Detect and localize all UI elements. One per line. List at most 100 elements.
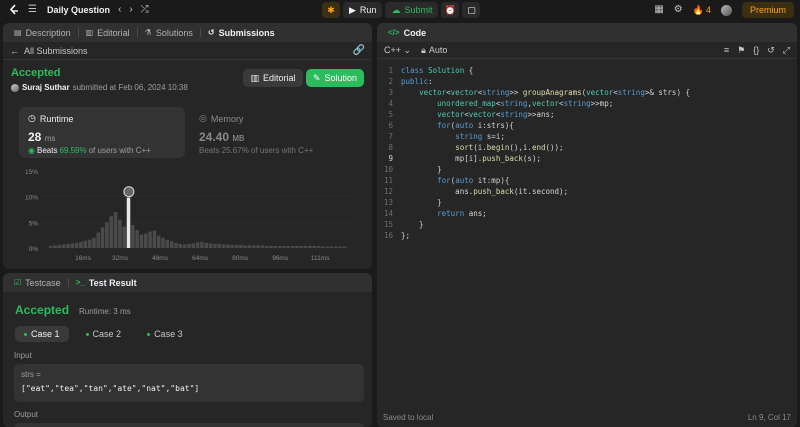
line-number: 1: [388, 66, 393, 75]
notes-button[interactable]: ▢: [462, 2, 481, 18]
code-line[interactable]: 5 vector<vector<string>>ans;: [377, 109, 797, 120]
memory-value: 24.40 MB: [199, 130, 245, 144]
bug-icon: ✱: [327, 4, 335, 15]
shuffle-icon[interactable]: ⤮: [141, 5, 149, 15]
code-line[interactable]: 7 string s=i;: [377, 131, 797, 142]
line-text: for(auto it:mp){: [437, 176, 510, 185]
layout-grid-icon[interactable]: ▦: [654, 5, 663, 15]
run-button[interactable]: ▶ Run: [343, 2, 383, 18]
tab-code[interactable]: </> Code: [385, 28, 429, 38]
debug-button[interactable]: ✱: [322, 2, 340, 18]
code-line[interactable]: 10 }: [377, 164, 797, 175]
chart-bar: [161, 237, 165, 248]
language-select[interactable]: C++ ⌄: [384, 45, 411, 56]
fullscreen-icon[interactable]: ⤢: [783, 45, 790, 56]
description-icon: ▤: [14, 28, 22, 37]
chart-bar: [208, 243, 213, 248]
code-area[interactable]: 1 class Solution {2 public: 3 vector<vector…: [377, 65, 797, 241]
reset-icon[interactable]: ↺: [767, 45, 775, 56]
line-number: 5: [388, 110, 393, 119]
tab-test-result[interactable]: >_ Test Result: [73, 278, 140, 288]
post-solution-button[interactable]: ✎ Solution: [306, 69, 364, 87]
all-submissions-link[interactable]: ← All Submissions: [10, 46, 88, 56]
chart-bar: [221, 244, 226, 248]
premium-button[interactable]: Premium: [741, 2, 794, 18]
line-text: public:: [401, 77, 433, 86]
code-line[interactable]: 1 class Solution {: [377, 65, 797, 76]
output-value-box[interactable]: [14, 423, 364, 427]
share-link-icon[interactable]: 🔗: [353, 45, 365, 56]
case-tab-3[interactable]: Case 3: [138, 326, 192, 342]
tab-submissions[interactable]: ↺ Submissions: [205, 28, 278, 38]
arrow-left-icon: ←: [10, 45, 19, 56]
code-line[interactable]: 6 for(auto i:strs){: [377, 120, 797, 131]
chart-bar: [83, 240, 88, 248]
tab-description[interactable]: ▤ Description: [11, 28, 74, 38]
x-tick-label: 64ms: [192, 255, 209, 262]
streak-counter[interactable]: 🔥 4: [693, 5, 711, 16]
settings-gear-icon[interactable]: ⚙: [674, 5, 683, 15]
chart-bar: [295, 245, 299, 248]
author-name[interactable]: Suraj Suthar: [22, 83, 70, 92]
chart-bar: [251, 245, 256, 248]
auto-mode-toggle[interactable]: 🔒︎ Auto: [421, 45, 447, 56]
code-line[interactable]: 11 for(auto it:mp){: [377, 175, 797, 186]
case-tabs: Case 1 Case 2 Case 3: [15, 326, 192, 342]
chart-bar: [79, 241, 83, 248]
line-text: ans.push_back(it.second);: [401, 187, 569, 196]
cloud-upload-icon: ☁: [391, 4, 401, 15]
chart-bar: [182, 244, 187, 248]
history-icon: ↺: [207, 28, 215, 37]
y-tick-label: 0%: [29, 246, 39, 253]
author-avatar[interactable]: [11, 83, 19, 92]
line-number: 11: [383, 176, 393, 185]
chart-bar: [312, 245, 316, 248]
pass-dot-icon: [85, 332, 89, 336]
code-line[interactable]: 9 mp[i].push_back(s);: [377, 153, 797, 164]
y-tick-label: 10%: [25, 195, 38, 202]
next-problem-icon[interactable]: ›: [129, 5, 132, 15]
input-value-box[interactable]: strs = ["eat","tea","tan","ate","nat","b…: [14, 364, 364, 402]
user-avatar[interactable]: [720, 4, 732, 16]
chart-bar: [131, 224, 135, 248]
format-lines-icon[interactable]: ≡: [724, 45, 729, 56]
tab-editorial[interactable]: ▥ Editorial: [83, 28, 133, 38]
chart-bar: [109, 216, 113, 248]
problem-list-title[interactable]: Daily Question: [47, 5, 110, 15]
leetcode-logo-icon[interactable]: [8, 4, 20, 16]
tab-testcase[interactable]: ☑ Testcase: [11, 278, 64, 288]
memory-card[interactable]: ◎ Memory 24.40 MB Beats 25.67% of users w…: [199, 107, 359, 158]
timer-button[interactable]: ⏰: [441, 2, 460, 18]
bookmark-icon[interactable]: ⚑: [737, 45, 745, 56]
prev-problem-icon[interactable]: ‹: [118, 5, 121, 15]
tab-solutions[interactable]: ⚗ Solutions: [142, 28, 196, 38]
chart-bar: [118, 219, 122, 248]
line-number: 6: [388, 121, 393, 130]
code-line[interactable]: 4 unordered_map<string,vector<string>>mp…: [377, 98, 797, 109]
code-line[interactable]: 15 }: [377, 219, 797, 230]
editorial-button[interactable]: ▥ Editorial: [243, 69, 303, 87]
line-text: for(auto i:strs){: [437, 121, 514, 130]
problem-list-icon[interactable]: ☰: [28, 5, 37, 15]
runtime-beats: ◉ Beats 69.59% of users with C++: [28, 146, 151, 155]
code-line[interactable]: 3 vector<vector<string>> groupAnagrams(v…: [377, 87, 797, 98]
runtime-card[interactable]: ◷ Runtime 28 ms ◉ Beats 69.59% of users wi…: [19, 107, 185, 158]
code-line[interactable]: 16};: [377, 230, 797, 241]
code-line[interactable]: 12 ans.push_back(it.second);: [377, 186, 797, 197]
case-tab-1[interactable]: Case 1: [15, 326, 69, 342]
terminal-icon: >_: [75, 278, 85, 287]
code-line[interactable]: 14 return ans;: [377, 208, 797, 219]
case-tab-2[interactable]: Case 2: [77, 326, 131, 342]
code-tabs: </> Code: [377, 23, 797, 42]
runtime-distribution-chart[interactable]: 15% 10% 5% 0% 16ms 32ms 48ms 64ms 80ms 96ms 111ms: [11, 163, 361, 269]
line-text: class Solution {: [401, 66, 474, 75]
chart-bar: [178, 243, 183, 248]
code-line[interactable]: 2 public:: [377, 76, 797, 87]
line-number: 9: [388, 154, 393, 163]
chart-bar: [74, 242, 79, 248]
submit-button[interactable]: ☁ Submit: [385, 2, 439, 18]
braces-icon[interactable]: {}: [753, 45, 759, 56]
code-line[interactable]: 13 }: [377, 197, 797, 208]
cursor-position: Ln 9, Col 17: [747, 413, 791, 422]
code-line[interactable]: 8 sort(i.begin(),i.end());: [377, 142, 797, 153]
